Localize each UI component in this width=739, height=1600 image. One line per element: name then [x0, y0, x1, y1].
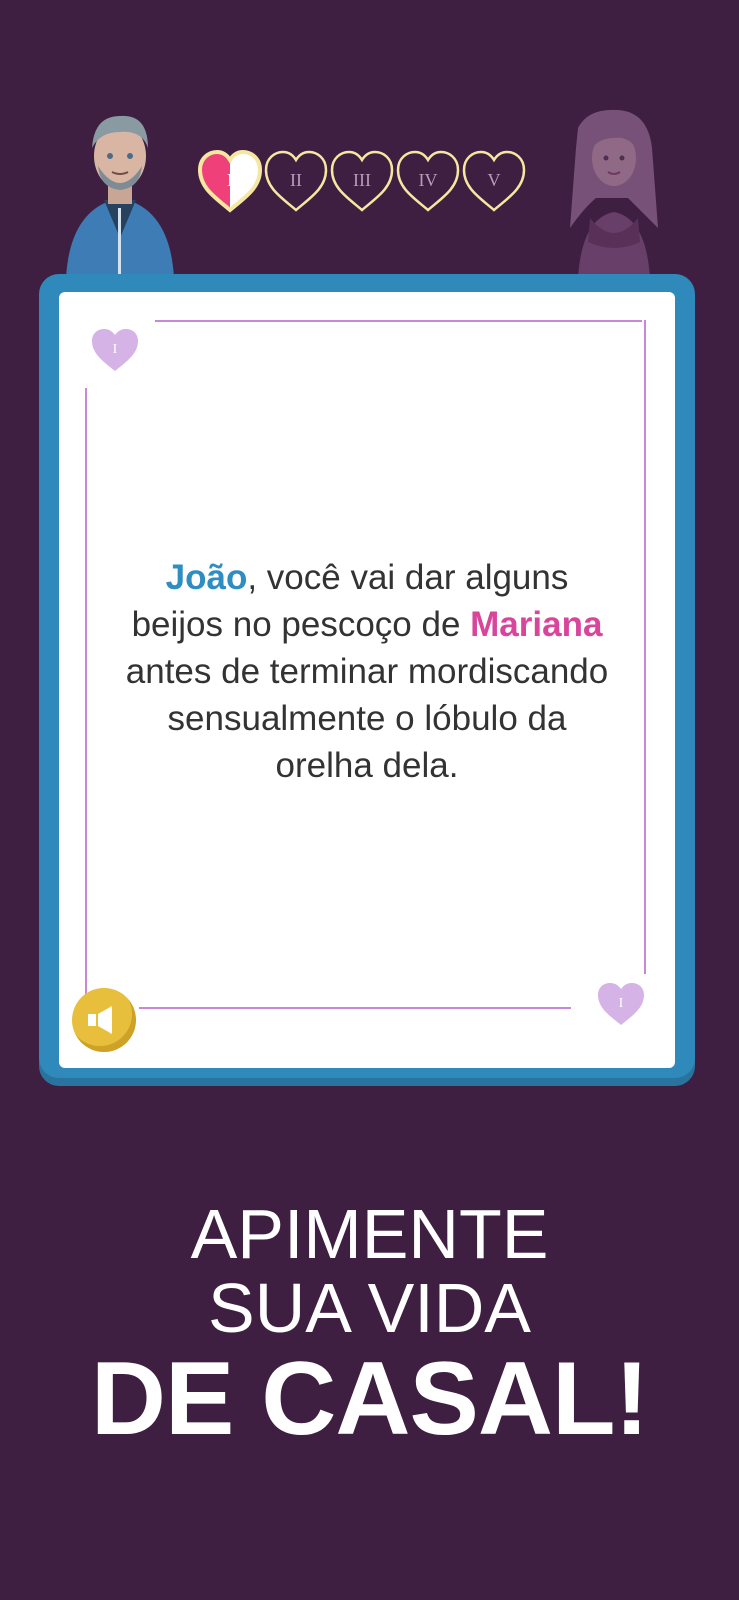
player1-name: João — [165, 558, 248, 597]
level-label-1: I — [227, 170, 233, 190]
level-heart-4[interactable]: IV — [396, 150, 460, 212]
challenge-text: João, você vai dar alguns beijos no pesc… — [119, 554, 615, 789]
male-avatar — [56, 108, 184, 278]
card-border-top — [155, 320, 642, 327]
level-heart-3[interactable]: III — [330, 150, 394, 212]
card-border-left — [85, 388, 92, 1006]
svg-text:I: I — [113, 342, 118, 357]
svg-text:IV: IV — [419, 170, 438, 190]
player2-name: Mariana — [470, 605, 603, 644]
level-heart-1[interactable]: I — [198, 150, 262, 212]
card-border-bottom — [139, 1002, 571, 1009]
tagline-line-2: SUA VIDA — [208, 1269, 531, 1347]
svg-text:II: II — [290, 170, 302, 190]
tagline-line-1: APIMENTE — [190, 1195, 549, 1273]
card-border-right — [639, 320, 646, 974]
question-card-body: I I João, você vai dar alguns beijos no … — [59, 292, 675, 1068]
level-heart-5[interactable]: V — [462, 150, 526, 212]
challenge-text-part2: antes de terminar mordiscando sensualmen… — [125, 652, 609, 785]
svg-text:I: I — [619, 996, 624, 1011]
tagline-line-3: DE CASAL! — [90, 1341, 649, 1457]
level-heart-2[interactable]: II — [264, 150, 328, 212]
level-progress: I II III IV V — [196, 148, 536, 216]
svg-text:V: V — [488, 170, 501, 190]
female-avatar — [548, 108, 676, 278]
sound-button[interactable] — [72, 988, 136, 1052]
heart-level-badge-icon: I — [595, 980, 647, 1028]
heart-level-badge-icon: I — [89, 326, 141, 374]
svg-text:III: III — [353, 170, 371, 190]
speaker-icon — [88, 1006, 112, 1034]
question-card: I I João, você vai dar alguns beijos no … — [39, 274, 695, 1086]
